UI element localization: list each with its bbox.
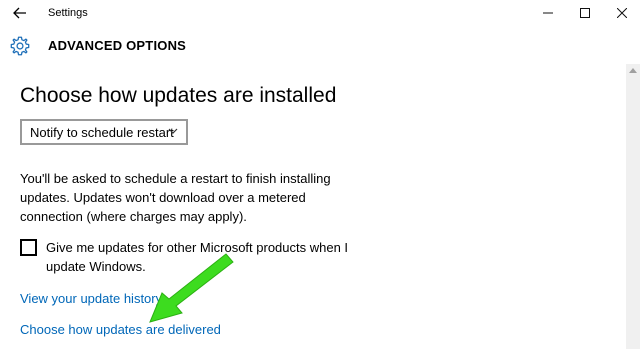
back-arrow-icon[interactable] bbox=[10, 4, 30, 22]
gear-icon bbox=[10, 36, 30, 56]
section-heading: Choose how updates are installed bbox=[20, 84, 337, 107]
scroll-up-icon[interactable] bbox=[629, 68, 637, 73]
checkbox-label: Give me updates for other Microsoft prod… bbox=[46, 240, 349, 274]
maximize-icon bbox=[580, 8, 590, 18]
install-method-dropdown[interactable]: Notify to schedule restart bbox=[20, 119, 188, 145]
chevron-down-icon bbox=[168, 128, 178, 134]
dropdown-selected-value: Notify to schedule restart bbox=[30, 124, 174, 140]
window-title: Settings bbox=[48, 7, 88, 19]
install-description: You'll be asked to schedule a restart to… bbox=[20, 171, 331, 224]
close-icon bbox=[617, 8, 627, 18]
choose-delivery-link[interactable]: Choose how updates are delivered bbox=[20, 322, 221, 337]
minimize-icon bbox=[543, 12, 553, 14]
view-update-history-link[interactable]: View your update history bbox=[20, 291, 162, 306]
page-header: ADVANCED OPTIONS bbox=[0, 28, 640, 64]
scrollbar[interactable] bbox=[626, 64, 640, 349]
page-title: ADVANCED OPTIONS bbox=[48, 38, 187, 53]
title-bar: Settings bbox=[0, 0, 640, 28]
close-button[interactable] bbox=[602, 0, 640, 26]
microsoft-updates-option[interactable]: Give me updates for other Microsoft prod… bbox=[20, 238, 380, 276]
maximize-button[interactable] bbox=[565, 0, 605, 26]
microsoft-updates-checkbox[interactable] bbox=[20, 239, 37, 256]
minimize-button[interactable] bbox=[528, 0, 568, 26]
